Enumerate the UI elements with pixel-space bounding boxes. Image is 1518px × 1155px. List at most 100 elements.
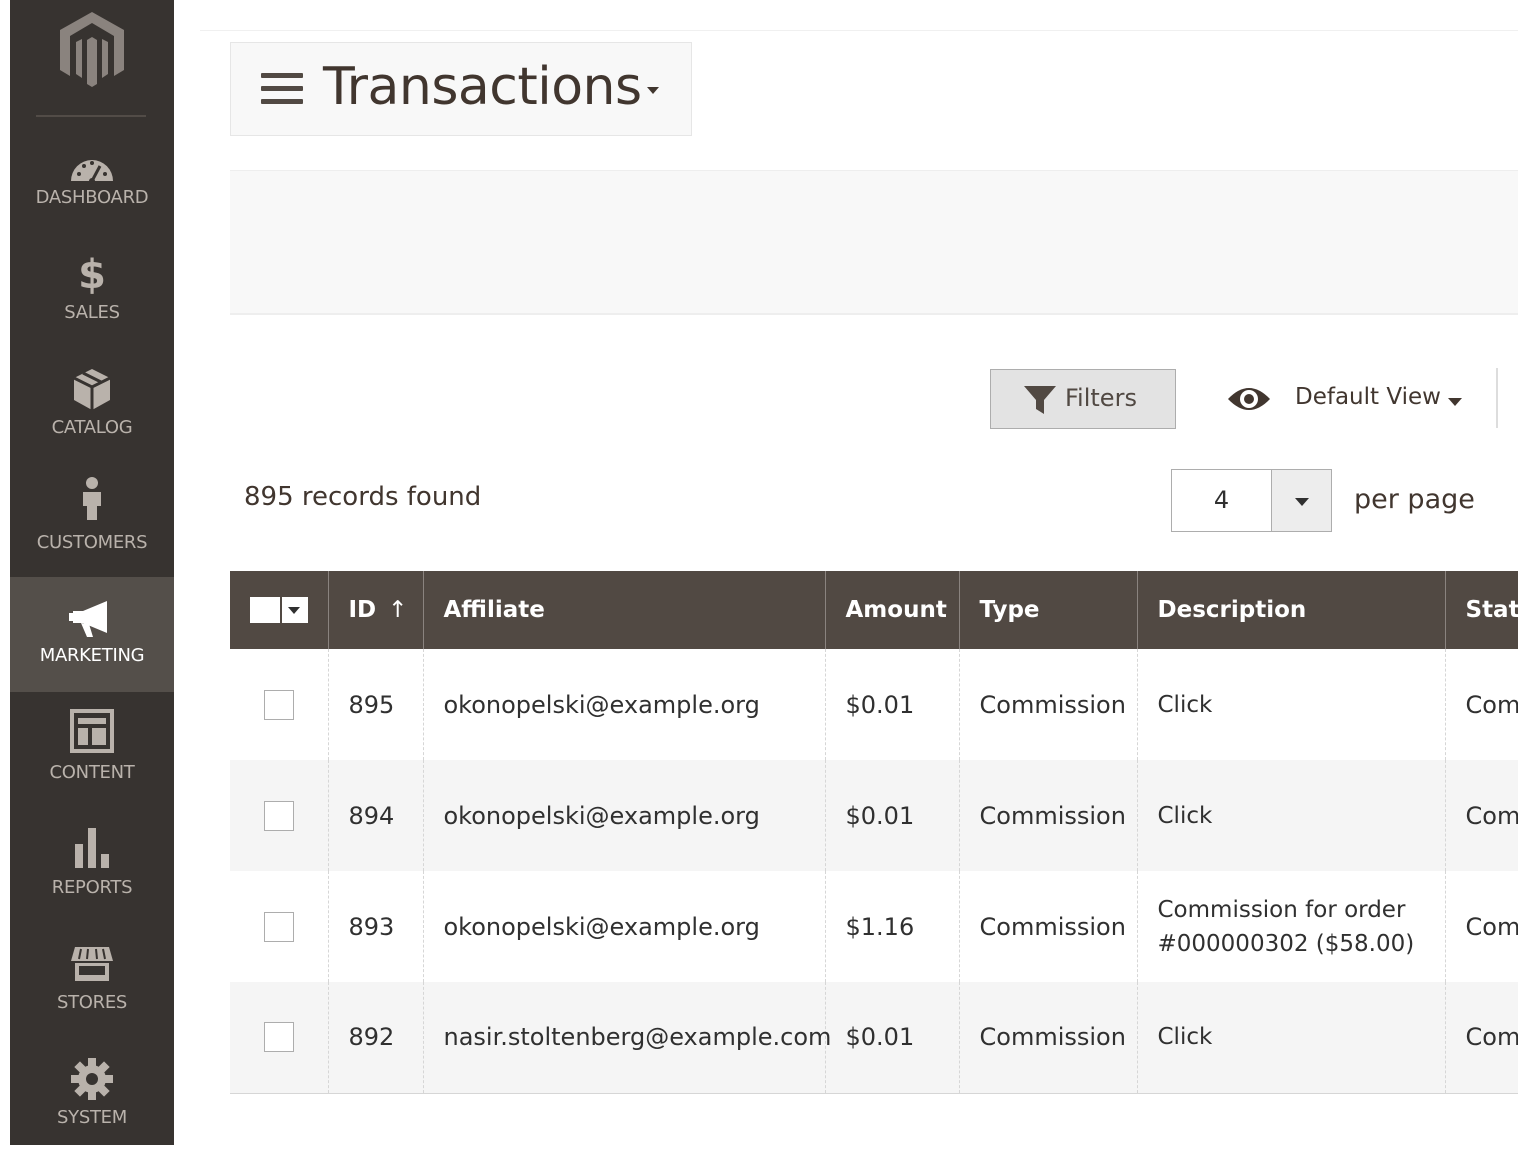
table-row[interactable]: 894 okonopelski@example.org $0.01 Commis…: [230, 760, 1518, 871]
megaphone-icon: [67, 593, 117, 643]
cell-status: Completed: [1445, 982, 1518, 1093]
row-select-cell: [230, 649, 328, 760]
svg-text:$: $: [78, 252, 106, 298]
chevron-down-icon: [647, 87, 659, 94]
storefront-icon: [67, 939, 117, 989]
dollar-icon: $: [67, 250, 117, 300]
table-row[interactable]: 893 okonopelski@example.org $1.16 Commis…: [230, 871, 1518, 982]
row-checkbox[interactable]: [264, 1022, 294, 1052]
sidebar-item-label: REPORTS: [10, 877, 174, 898]
table-row[interactable]: 895 okonopelski@example.org $0.01 Commis…: [230, 649, 1518, 760]
toolbar-divider: [1496, 368, 1498, 428]
row-select-cell: [230, 871, 328, 982]
page-title-dropdown[interactable]: Transactions: [230, 42, 692, 136]
sidebar-item-label: CUSTOMERS: [10, 532, 174, 553]
box-icon: [67, 365, 117, 415]
row-select-cell: [230, 760, 328, 871]
sidebar-item-sales[interactable]: $ SALES: [10, 250, 174, 365]
cell-status: Completed: [1445, 649, 1518, 760]
sidebar-item-system[interactable]: SYSTEM: [10, 1040, 174, 1155]
magento-logo-icon[interactable]: [54, 8, 130, 88]
filters-button[interactable]: Filters: [990, 369, 1176, 429]
chevron-down-icon: [288, 607, 300, 614]
cell-affiliate: okonopelski@example.org: [423, 760, 825, 871]
cell-status: Completed: [1445, 871, 1518, 982]
cell-type: Commission: [959, 871, 1137, 982]
cell-affiliate: okonopelski@example.org: [423, 871, 825, 982]
cell-description: Click: [1137, 760, 1445, 871]
column-header-status[interactable]: Status: [1445, 571, 1518, 649]
cell-amount: $0.01: [825, 760, 959, 871]
bar-chart-icon: [67, 822, 117, 872]
cell-description: Click: [1137, 649, 1445, 760]
default-view-dropdown[interactable]: Default View: [1295, 384, 1441, 410]
chevron-down-icon[interactable]: [1448, 398, 1462, 406]
column-header-label: Affiliate: [444, 597, 545, 623]
cell-type: Commission: [959, 649, 1137, 760]
sidebar-item-catalog[interactable]: CATALOG: [10, 365, 174, 480]
mass-select-checkbox[interactable]: [250, 597, 280, 623]
filter-icon: [1023, 384, 1057, 416]
sidebar-item-label: SALES: [10, 302, 174, 323]
cell-description: Commission for order #000000302 ($58.00): [1137, 871, 1445, 982]
mass-select-header: [230, 571, 328, 649]
column-header-label: ID: [349, 597, 377, 623]
sidebar-item-label: STORES: [10, 992, 174, 1013]
sidebar-item-label: SYSTEM: [10, 1107, 174, 1128]
cell-affiliate: nasir.stoltenberg@example.com: [423, 982, 825, 1093]
row-checkbox[interactable]: [264, 690, 294, 720]
person-icon: [67, 474, 117, 524]
cell-amount: $1.16: [825, 871, 959, 982]
sidebar-item-dashboard[interactable]: DASHBOARD: [10, 135, 174, 250]
sidebar-item-marketing[interactable]: MARKETING: [10, 577, 174, 692]
per-page-label: per page: [1354, 484, 1475, 515]
column-header-description[interactable]: Description: [1137, 571, 1445, 649]
column-header-label: Type: [980, 597, 1040, 623]
per-page-input[interactable]: 4: [1171, 469, 1271, 532]
cell-amount: $0.01: [825, 982, 959, 1093]
hamburger-menu-icon: [261, 73, 303, 109]
sidebar-item-label: DASHBOARD: [10, 187, 174, 208]
layout-icon: [67, 707, 117, 757]
column-header-affiliate[interactable]: Affiliate: [423, 571, 825, 649]
column-header-type[interactable]: Type: [959, 571, 1137, 649]
row-checkbox[interactable]: [264, 801, 294, 831]
cell-id: 895: [328, 649, 423, 760]
transactions-grid: ID ↑ Affiliate Amount Type Description St…: [230, 571, 1518, 1096]
mass-select-toggle[interactable]: [280, 597, 308, 623]
filters-button-label: Filters: [1065, 384, 1137, 412]
messages-area: [230, 170, 1518, 315]
cell-type: Commission: [959, 760, 1137, 871]
sort-ascending-icon: ↑: [388, 597, 407, 623]
sidebar-item-reports[interactable]: REPORTS: [10, 810, 174, 925]
row-select-cell: [230, 982, 328, 1093]
sidebar-item-content[interactable]: CONTENT: [10, 695, 174, 810]
chevron-down-icon: [1295, 498, 1309, 506]
sidebar-item-label: MARKETING: [10, 645, 174, 666]
page-title: Transactions: [323, 57, 642, 117]
header-divider: [200, 30, 1518, 31]
gear-icon: [67, 1054, 117, 1104]
eye-icon[interactable]: [1226, 383, 1272, 415]
dashboard-icon: [67, 141, 117, 191]
column-header-label: Description: [1158, 597, 1307, 623]
grid-header-row: ID ↑ Affiliate Amount Type Description St…: [230, 571, 1518, 649]
cell-description: Click: [1137, 982, 1445, 1093]
column-header-amount[interactable]: Amount: [825, 571, 959, 649]
table-row[interactable]: 892 nasir.stoltenberg@example.com $0.01 …: [230, 982, 1518, 1093]
row-checkbox[interactable]: [264, 912, 294, 942]
logo-divider: [36, 115, 146, 117]
cell-id: 893: [328, 871, 423, 982]
cell-affiliate: okonopelski@example.org: [423, 649, 825, 760]
column-header-label: Status: [1466, 597, 1518, 623]
sidebar-item-stores[interactable]: STORES: [10, 925, 174, 1040]
records-found-count: 895 records found: [244, 482, 481, 512]
mass-select-dropdown[interactable]: [250, 595, 308, 625]
per-page-dropdown-button[interactable]: [1271, 469, 1332, 532]
cell-amount: $0.01: [825, 649, 959, 760]
cell-status: Completed: [1445, 760, 1518, 871]
column-header-id[interactable]: ID ↑: [328, 571, 423, 649]
column-header-label: Amount: [846, 597, 947, 623]
cell-id: 892: [328, 982, 423, 1093]
admin-sidebar: DASHBOARD $ SALES CATALOG CUSTOMERS MARK…: [10, 0, 174, 1145]
